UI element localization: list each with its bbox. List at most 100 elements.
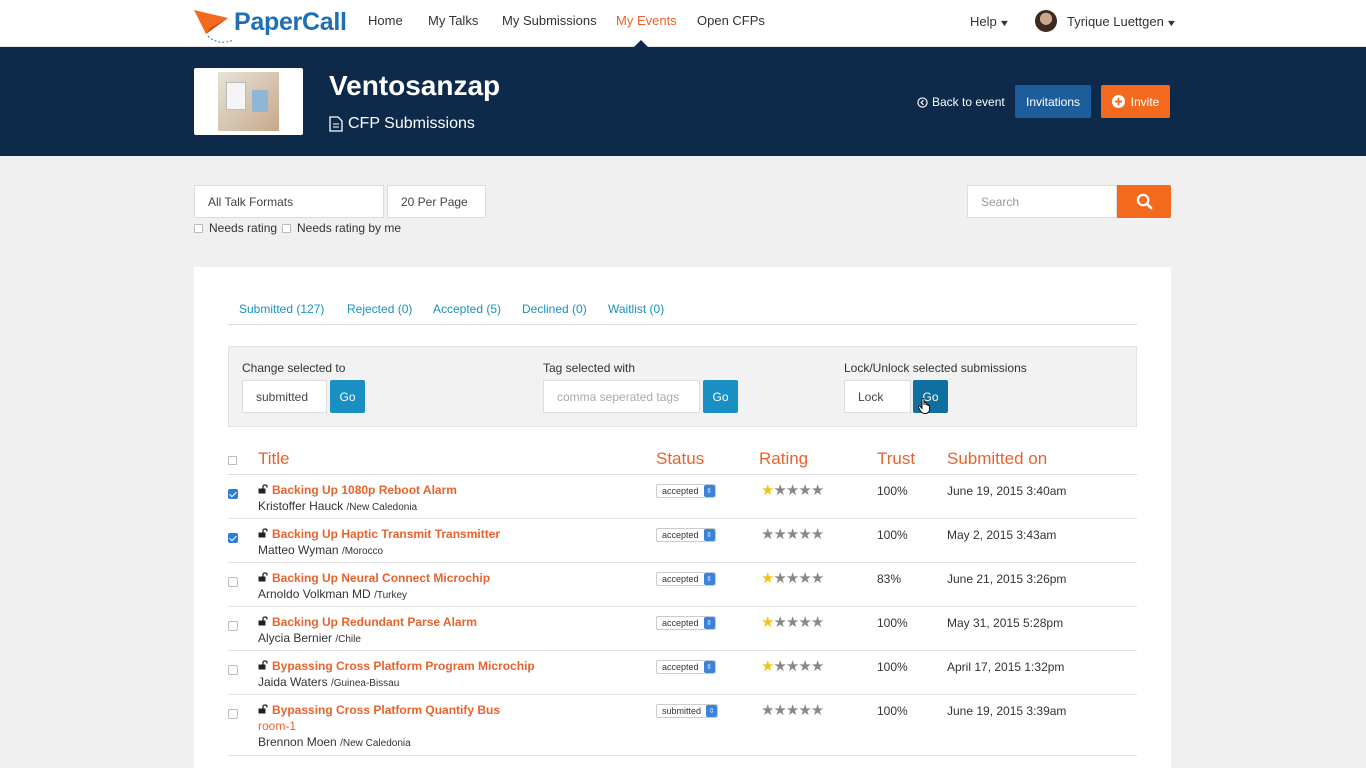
row-checkbox[interactable]: [228, 665, 238, 675]
star-icon[interactable]: ★: [811, 481, 824, 499]
nav-open-cfps[interactable]: Open CFPs: [697, 13, 765, 28]
col-trust-header[interactable]: Trust: [877, 449, 915, 469]
star-icon[interactable]: ★: [798, 613, 811, 631]
unlock-icon[interactable]: [258, 572, 268, 582]
nav-my-submissions[interactable]: My Submissions: [502, 13, 597, 28]
star-icon[interactable]: ★: [798, 481, 811, 499]
col-rating-header[interactable]: Rating: [759, 449, 808, 469]
star-icon[interactable]: ★: [798, 525, 811, 543]
talk-title-link[interactable]: Backing Up 1080p Reboot Alarm: [272, 483, 457, 497]
invite-button[interactable]: Invite: [1101, 85, 1170, 118]
unlock-icon[interactable]: [258, 528, 268, 538]
star-icon[interactable]: ★: [798, 657, 811, 675]
select-all-checkbox[interactable]: [228, 456, 237, 465]
unlock-icon[interactable]: [258, 484, 268, 494]
unlock-icon[interactable]: [258, 660, 268, 670]
needs-rating-by-me-checkbox[interactable]: [282, 223, 291, 233]
status-select[interactable]: accepted ⇳: [656, 572, 716, 586]
talk-title-link[interactable]: Backing Up Redundant Parse Alarm: [272, 615, 477, 629]
nav-my-talks[interactable]: My Talks: [428, 13, 478, 28]
tag-input[interactable]: comma seperated tags: [543, 380, 700, 413]
star-rating[interactable]: ★★★★★: [761, 481, 824, 499]
tab-waitlist[interactable]: Waitlist (0): [608, 302, 664, 316]
avatar[interactable]: [1035, 10, 1057, 32]
tag-go-button[interactable]: Go: [703, 380, 738, 413]
talk-title-link[interactable]: Bypassing Cross Platform Quantify Bus: [272, 703, 500, 717]
row-checkbox[interactable]: [228, 577, 238, 587]
status-select[interactable]: accepted ⇳: [656, 528, 716, 542]
status-select[interactable]: accepted ⇳: [656, 484, 716, 498]
star-icon[interactable]: ★: [786, 701, 799, 719]
row-checkbox[interactable]: [228, 489, 238, 499]
star-icon[interactable]: ★: [761, 657, 774, 675]
star-icon[interactable]: ★: [773, 481, 786, 499]
search-input[interactable]: [967, 185, 1117, 218]
nav-home[interactable]: Home: [368, 13, 403, 28]
status-select[interactable]: accepted ⇳: [656, 616, 716, 630]
star-icon[interactable]: ★: [773, 525, 786, 543]
star-rating[interactable]: ★★★★★: [761, 569, 824, 587]
star-icon[interactable]: ★: [786, 481, 799, 499]
invitations-button[interactable]: Invitations: [1015, 85, 1091, 118]
search-button[interactable]: [1117, 185, 1171, 218]
needs-rating-checkbox[interactable]: [194, 223, 203, 233]
star-icon[interactable]: ★: [811, 701, 824, 719]
star-rating[interactable]: ★★★★★: [761, 657, 824, 675]
per-page-select[interactable]: 20 Per Page: [387, 185, 486, 218]
star-icon[interactable]: ★: [773, 613, 786, 631]
speaker-info: Matteo Wyman /Morocco: [258, 543, 383, 557]
status-select[interactable]: submitted ⇳: [656, 704, 719, 718]
row-checkbox[interactable]: [228, 709, 238, 719]
change-status-select[interactable]: submitted: [242, 380, 327, 413]
star-icon[interactable]: ★: [786, 613, 799, 631]
select-arrows-icon: ⇳: [703, 617, 715, 629]
chevron-down-icon: ▼: [1165, 18, 1178, 28]
status-select[interactable]: accepted ⇳: [656, 660, 716, 674]
help-menu[interactable]: Help ▼: [970, 14, 1010, 29]
star-icon[interactable]: ★: [811, 657, 824, 675]
tab-rejected[interactable]: Rejected (0): [347, 302, 412, 316]
unlock-icon[interactable]: [258, 616, 268, 626]
star-rating[interactable]: ★★★★★: [761, 613, 824, 631]
nav-my-events[interactable]: My Events: [616, 13, 677, 28]
unlock-icon[interactable]: [258, 704, 268, 714]
needs-rating-filter[interactable]: Needs rating: [194, 221, 277, 235]
star-icon[interactable]: ★: [811, 569, 824, 587]
star-rating[interactable]: ★★★★★: [761, 701, 824, 719]
tab-declined[interactable]: Declined (0): [522, 302, 587, 316]
speaker-info: Kristoffer Hauck /New Caledonia: [258, 499, 417, 513]
user-menu[interactable]: Tyrique Luettgen ▼: [1067, 14, 1178, 29]
star-icon[interactable]: ★: [786, 525, 799, 543]
needs-rating-by-me-label: Needs rating by me: [297, 221, 402, 235]
col-submitted-header[interactable]: Submitted on: [947, 449, 1047, 469]
star-icon[interactable]: ★: [773, 701, 786, 719]
talk-title-link[interactable]: Backing Up Haptic Transmit Transmitter: [272, 527, 500, 541]
star-icon[interactable]: ★: [761, 613, 774, 631]
star-icon[interactable]: ★: [773, 569, 786, 587]
star-icon[interactable]: ★: [786, 569, 799, 587]
talk-title-link[interactable]: Bypassing Cross Platform Program Microch…: [272, 659, 535, 673]
tab-accepted[interactable]: Accepted (5): [433, 302, 501, 316]
star-icon[interactable]: ★: [761, 525, 774, 543]
star-icon[interactable]: ★: [761, 481, 774, 499]
back-to-event-link[interactable]: Back to event: [917, 95, 1005, 109]
star-icon[interactable]: ★: [798, 569, 811, 587]
star-icon[interactable]: ★: [773, 657, 786, 675]
talk-title-link[interactable]: Backing Up Neural Connect Microchip: [272, 571, 490, 585]
star-icon[interactable]: ★: [761, 569, 774, 587]
talk-format-select[interactable]: All Talk Formats: [194, 185, 384, 218]
star-icon[interactable]: ★: [811, 525, 824, 543]
change-status-go-button[interactable]: Go: [330, 380, 365, 413]
lock-select[interactable]: Lock: [844, 380, 911, 413]
star-icon[interactable]: ★: [786, 657, 799, 675]
needs-rating-by-me-filter[interactable]: Needs rating by me: [282, 221, 401, 235]
col-title-header[interactable]: Title: [258, 449, 290, 469]
star-icon[interactable]: ★: [811, 613, 824, 631]
row-checkbox[interactable]: [228, 621, 238, 631]
row-checkbox[interactable]: [228, 533, 238, 543]
star-icon[interactable]: ★: [761, 701, 774, 719]
star-rating[interactable]: ★★★★★: [761, 525, 824, 543]
star-icon[interactable]: ★: [798, 701, 811, 719]
tab-submitted[interactable]: Submitted (127): [239, 302, 324, 316]
col-status-header[interactable]: Status: [656, 449, 704, 469]
